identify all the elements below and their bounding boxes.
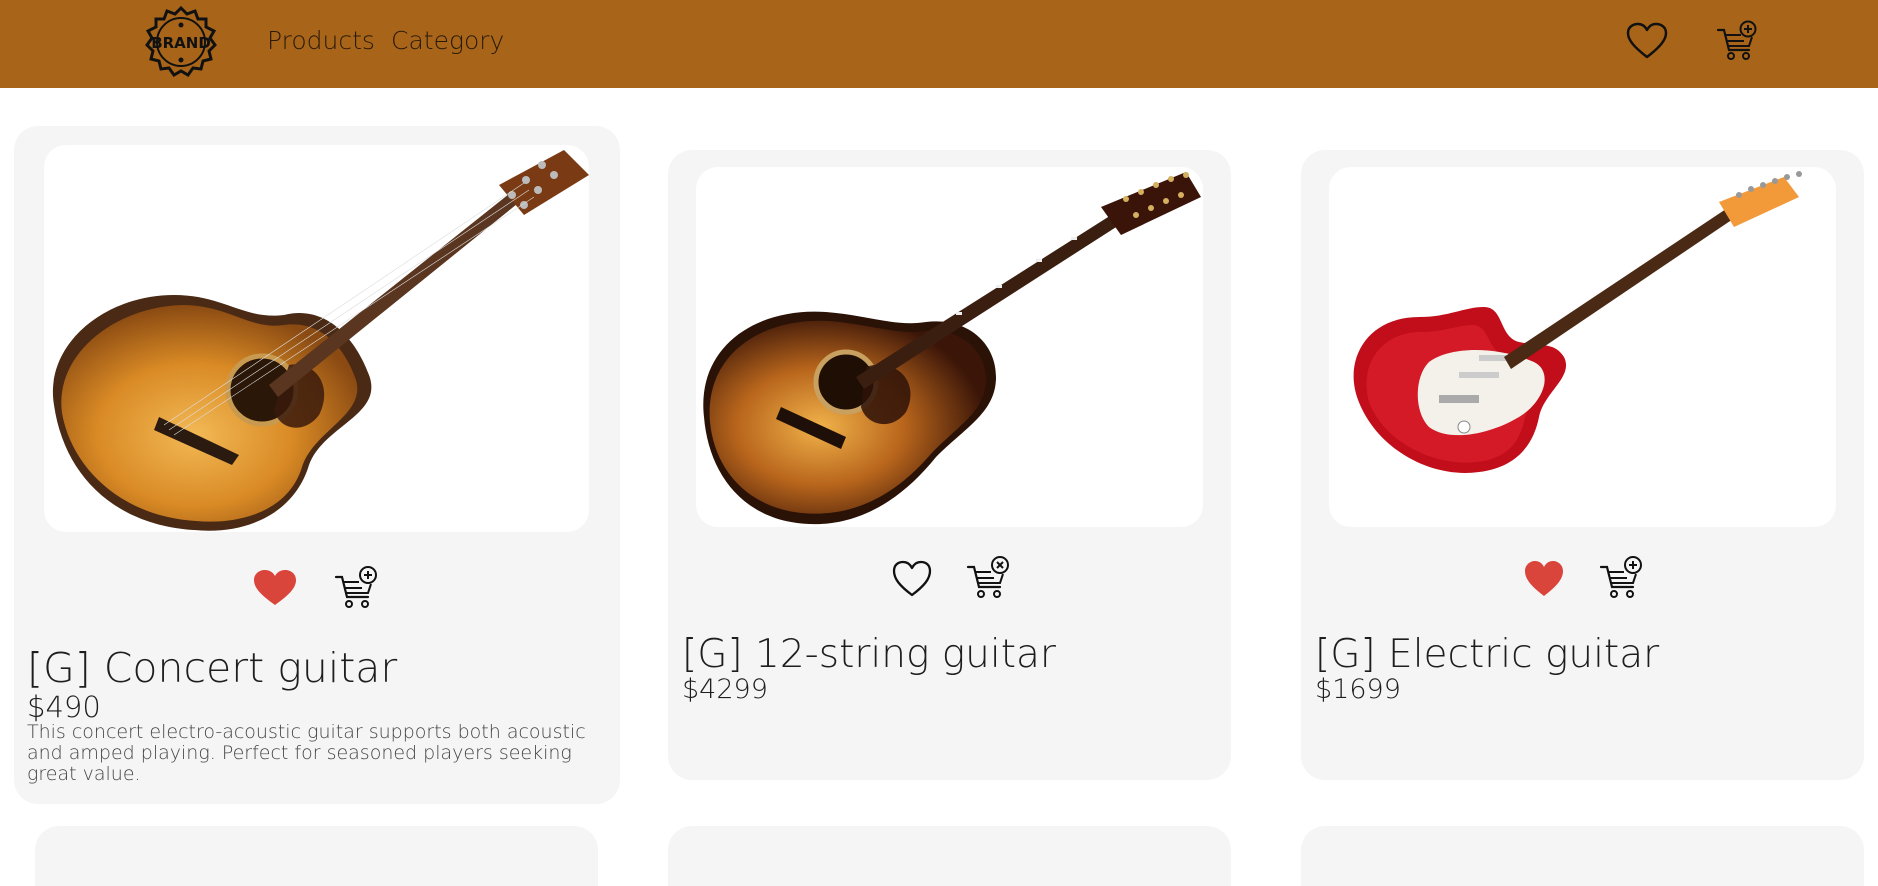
nav-link-products[interactable]: Products	[267, 26, 375, 55]
product-card[interactable]: [G] Concert guitar $490 This concert ele…	[14, 126, 620, 804]
favorite-heart-filled-icon[interactable]	[1524, 560, 1564, 598]
heart-outline-icon[interactable]	[892, 560, 932, 598]
product-price: $4299	[682, 674, 768, 705]
product-card-placeholder[interactable]	[1301, 826, 1864, 886]
cart-add-icon[interactable]	[1599, 554, 1643, 600]
product-card[interactable]: [G] Electric guitar $1699	[1301, 150, 1864, 780]
product-image-electric-guitar[interactable]	[1329, 167, 1836, 527]
product-card-placeholder[interactable]	[668, 826, 1231, 886]
product-image-12-string-guitar[interactable]	[696, 167, 1203, 527]
product-card[interactable]: [G] 12-string guitar $4299	[668, 150, 1231, 780]
svg-text:BRAND: BRAND	[151, 34, 211, 52]
product-title[interactable]: [G] Concert guitar	[27, 644, 397, 692]
product-title[interactable]: [G] Electric guitar	[1315, 632, 1659, 677]
cart-add-icon[interactable]	[1716, 20, 1758, 62]
product-price: $1699	[1315, 674, 1401, 705]
heart-outline-icon[interactable]	[1626, 22, 1668, 60]
nav-link-category[interactable]: Category	[391, 26, 504, 55]
cart-remove-icon[interactable]	[966, 554, 1010, 600]
navbar: BRAND Products Category	[0, 0, 1878, 88]
product-image-concert-guitar[interactable]	[44, 145, 589, 532]
brand-logo[interactable]: BRAND	[143, 5, 219, 81]
product-price: $490	[27, 690, 101, 724]
product-card-placeholder[interactable]	[35, 826, 598, 886]
favorite-heart-filled-icon[interactable]	[253, 569, 297, 607]
product-title[interactable]: [G] 12-string guitar	[682, 632, 1056, 677]
cart-add-icon[interactable]	[334, 564, 378, 610]
product-description: This concert electro-acoustic guitar sup…	[27, 721, 586, 785]
